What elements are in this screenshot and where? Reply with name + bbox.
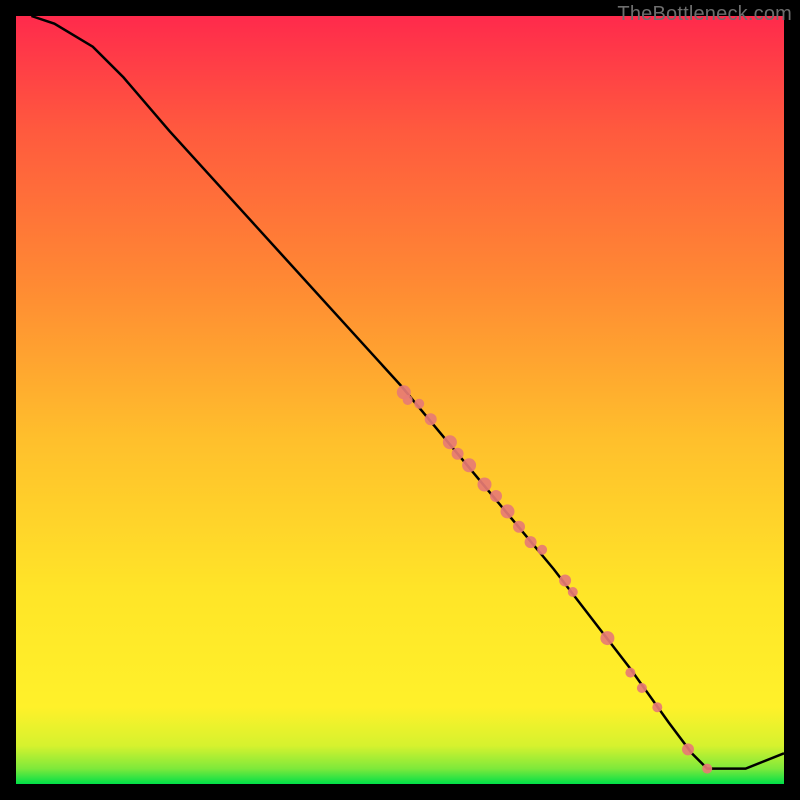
highlight-point [652,702,662,712]
highlight-point [403,395,413,405]
highlight-point [559,575,571,587]
highlight-point [462,458,476,472]
highlight-point [513,521,525,533]
highlight-point [625,668,635,678]
highlight-point [537,545,547,555]
highlight-point [568,587,578,597]
highlight-point [501,504,515,518]
plot-background [16,16,784,784]
highlight-point [425,413,437,425]
highlight-point [443,435,457,449]
bottleneck-chart [0,0,800,800]
chart-container: TheBottleneck.com [0,0,800,800]
highlight-point [414,399,424,409]
highlight-point [478,478,492,492]
highlight-point [452,448,464,460]
highlight-point [525,536,537,548]
highlight-point [490,490,502,502]
highlight-point [637,683,647,693]
highlight-point [702,764,712,774]
highlight-point [600,631,614,645]
highlight-point [682,743,694,755]
